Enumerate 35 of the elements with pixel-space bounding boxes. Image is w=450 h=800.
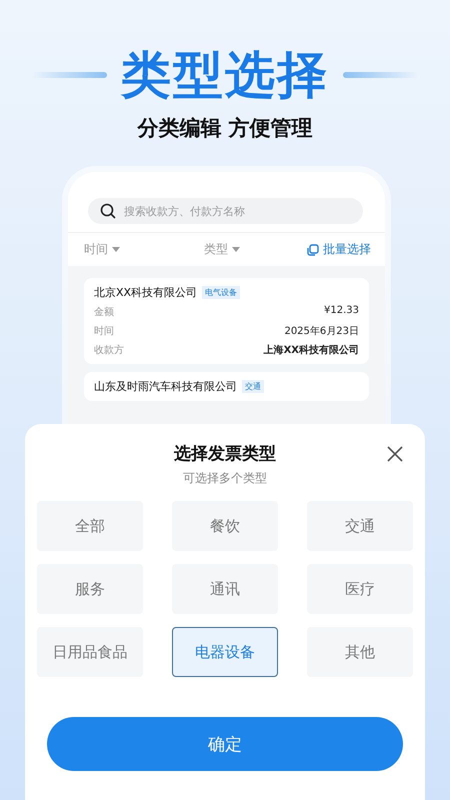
category-tag: 交通	[242, 380, 264, 393]
subtitle: 分类编辑 方便管理	[137, 115, 313, 142]
caret-icon	[112, 247, 120, 252]
caret-icon	[232, 247, 240, 252]
invoice-card[interactable]: 山东及时雨汽车科技有限公司 交通	[84, 372, 369, 401]
type-option[interactable]: 医疗	[307, 564, 413, 614]
sheet-title: 选择发票类型	[174, 443, 276, 466]
field-value: 上海XX科技有限公司	[264, 344, 359, 357]
close-button[interactable]	[387, 446, 403, 462]
type-option[interactable]: 其他	[307, 627, 413, 677]
type-option[interactable]: 日用品食品	[37, 627, 143, 677]
type-option[interactable]: 通讯	[172, 564, 278, 614]
field-label: 收款方	[94, 344, 124, 357]
type-option[interactable]: 服务	[37, 564, 143, 614]
sheet-hint: 可选择多个类型	[182, 470, 268, 487]
invoice-card[interactable]: 北京XX科技有限公司 电气设备 金额 ¥12.33 时间 2025年6月23日 收款方 上海XX科技有限公司	[84, 278, 369, 364]
type-option[interactable]: 电器设备	[172, 627, 278, 677]
field-label: 时间	[94, 324, 114, 338]
type-option[interactable]: 全部	[37, 501, 143, 551]
filter-dropdown[interactable]: 时间	[84, 241, 204, 258]
type-option[interactable]: 交通	[307, 501, 413, 551]
search-field[interactable]: 搜索收款方、付款方名称	[88, 198, 363, 224]
type-option[interactable]: 餐饮	[172, 501, 278, 551]
close-icon	[387, 446, 403, 462]
field-value: ¥12.33	[324, 305, 359, 318]
company-name: 山东及时雨汽车科技有限公司	[94, 379, 237, 394]
category-tag: 电气设备	[202, 286, 240, 299]
field-label: 金额	[94, 306, 114, 319]
confirm-button[interactable]: 确定	[47, 717, 403, 771]
filter-dropdown[interactable]: 类型	[204, 241, 274, 258]
copy-icon	[307, 244, 319, 256]
headline: 类型选择	[121, 45, 329, 106]
batch-select-button[interactable]: 批量选择	[307, 241, 371, 258]
company-name: 北京XX科技有限公司	[94, 285, 198, 300]
field-value: 2025年6月23日	[284, 325, 359, 338]
